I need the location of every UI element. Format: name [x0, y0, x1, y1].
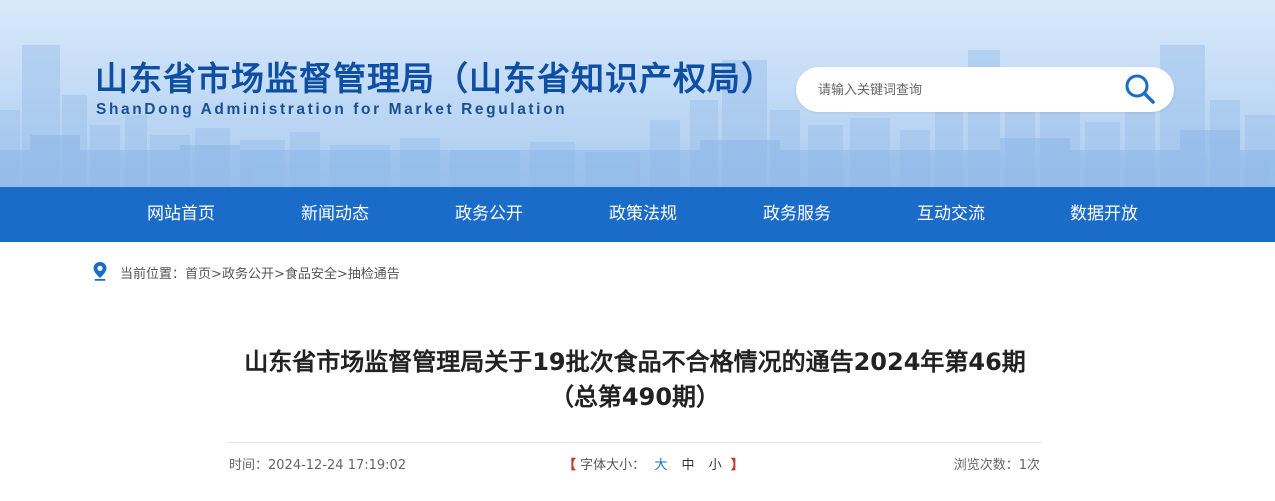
publish-time: 时间：2024-12-24 17:19:02 — [229, 454, 406, 473]
font-size-switcher: 【 字体大小： 大 中 小 】 — [563, 454, 744, 473]
site-title: 山东省市场监督管理局（山东省知识产权局） — [95, 59, 775, 98]
nav-item-open-data[interactable]: 数据开放 — [1044, 187, 1164, 242]
search-button[interactable] — [1121, 71, 1159, 107]
breadcrumb-separator: > — [273, 267, 285, 282]
breadcrumb-separator: > — [336, 267, 348, 282]
breadcrumb-prefix: 当前位置： — [120, 267, 186, 282]
meta-divider — [228, 442, 1042, 443]
publish-time-label: 时间： — [229, 458, 269, 473]
nav-item-services[interactable]: 政务服务 — [737, 187, 857, 242]
nav-item-home[interactable]: 网站首页 — [121, 187, 241, 242]
font-size-large[interactable]: 大 — [654, 458, 667, 473]
location-pin-icon — [93, 262, 107, 281]
breadcrumb-link-home[interactable]: 首页 — [185, 267, 211, 282]
breadcrumb-link-inspection-notices[interactable]: 抽检通告 — [348, 267, 400, 282]
view-count-value: 1次 — [1018, 458, 1040, 473]
breadcrumb: 当前位置：首页>政务公开>食品安全>抽检通告 — [120, 263, 400, 282]
nav-item-news[interactable]: 新闻动态 — [275, 187, 395, 242]
header-banner: 山东省市场监督管理局（山东省知识产权局） ShanDong Administra… — [0, 0, 1275, 187]
main-nav: 网站首页 新闻动态 政务公开 政策法规 政务服务 互动交流 数据开放 — [0, 187, 1275, 242]
nav-item-interaction[interactable]: 互动交流 — [891, 187, 1011, 242]
search-box — [796, 67, 1174, 112]
font-size-medium[interactable]: 中 — [681, 458, 694, 473]
site-subtitle: ShanDong Administration for Market Regul… — [96, 101, 568, 118]
bracket-close: 】 — [730, 458, 744, 473]
breadcrumb-separator: > — [211, 267, 222, 282]
breadcrumb-link-food-safety[interactable]: 食品安全 — [285, 267, 337, 282]
search-input[interactable] — [818, 77, 1108, 103]
article-title: 山东省市场监督管理局关于19批次食品不合格情况的通告2024年第46期（总第49… — [244, 348, 1026, 411]
publish-time-value: 2024-12-24 17:19:02 — [268, 458, 407, 473]
font-size-label: 字体大小： — [580, 458, 646, 473]
bracket-open: 【 — [563, 458, 577, 473]
search-icon — [1125, 74, 1155, 104]
breadcrumb-link-government-affairs[interactable]: 政务公开 — [222, 267, 274, 282]
nav-item-policies[interactable]: 政策法规 — [583, 187, 703, 242]
view-count-label: 浏览次数： — [953, 458, 1019, 473]
view-count: 浏览次数：1次 — [954, 454, 1040, 473]
font-size-small[interactable]: 小 — [709, 458, 722, 473]
nav-item-government-affairs[interactable]: 政务公开 — [429, 187, 549, 242]
